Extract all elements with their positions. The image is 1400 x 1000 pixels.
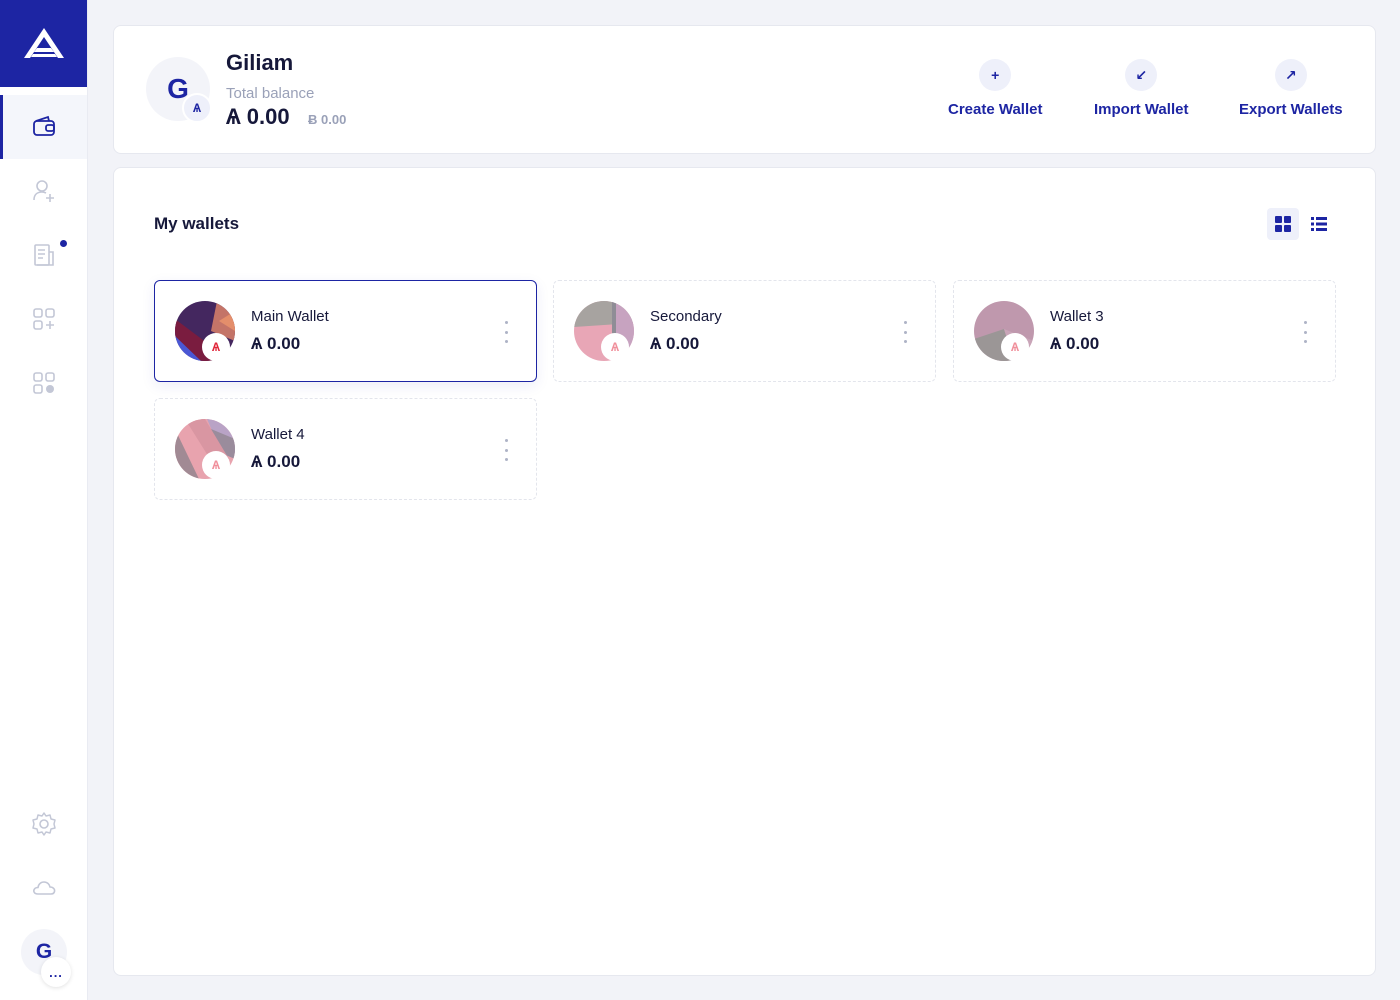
profile-name: Giliam (226, 50, 294, 75)
export-wallets-label: Export Wallets (1239, 101, 1343, 118)
sidebar-item-plugin-manager[interactable] (0, 351, 87, 415)
wallet-menu-button[interactable] (501, 321, 511, 343)
wallet-card-wallet-4[interactable]: Ѧ Wallet 4 Ѧ 0.00 (154, 398, 537, 500)
page-title: My wallets (154, 214, 240, 233)
plugins-icon (32, 372, 55, 394)
wallet-icon (32, 115, 55, 136)
currency-badge-label: Ѧ (192, 101, 201, 115)
wallet-name: Wallet 3 (1050, 308, 1104, 325)
profile-header: G Ѧ Giliam Total balance Ѧ 0.00 Ƀ 0.00 +… (113, 25, 1376, 154)
wallet-card-secondary[interactable]: Ѧ Secondary Ѧ 0.00 (553, 280, 936, 382)
wallet-badge-label: Ѧ (211, 340, 220, 354)
create-wallet-button[interactable]: + Create Wallet (948, 59, 1042, 118)
wallet-name: Secondary (650, 308, 722, 325)
wallet-menu-button[interactable] (501, 439, 511, 461)
sidebar-item-announcements[interactable] (0, 223, 87, 287)
wallet-balance: Ѧ 0.00 (650, 334, 700, 353)
sidebar-item-settings[interactable] (0, 792, 87, 856)
import-wallet-button[interactable]: ↙ Import Wallet (1094, 59, 1188, 118)
wallet-badge-label: Ѧ (1010, 340, 1019, 354)
grid-view-button[interactable] (1267, 208, 1299, 240)
total-balance-value: Ѧ 0.00 (226, 104, 290, 129)
wallet-menu-button[interactable] (900, 321, 910, 343)
ark-logo-icon[interactable] (0, 0, 87, 87)
import-icon: ↙ (1125, 59, 1158, 91)
sidebar-item-plugins[interactable] (0, 287, 87, 351)
export-wallets-button[interactable]: ↗ Export Wallets (1239, 59, 1343, 118)
wallet-badge-label: Ѧ (211, 458, 220, 472)
wallet-card-wallet-3[interactable]: Ѧ Wallet 3 Ѧ 0.00 (953, 280, 1336, 382)
ark-currency-icon: Ѧ (601, 333, 629, 361)
plus-icon: + (979, 59, 1012, 91)
total-balance-label: Total balance (226, 85, 315, 102)
wallet-name: Wallet 4 (251, 426, 305, 443)
wallets-panel: My wallets Ѧ Main Wallet Ѧ 0.00 Ѧ Second… (113, 167, 1376, 976)
total-balance-alt-value: Ƀ 0.00 (308, 112, 347, 127)
wallet-name: Main Wallet (251, 308, 329, 325)
ark-currency-icon: Ѧ (1001, 333, 1029, 361)
wallet-balance: Ѧ 0.00 (1050, 334, 1100, 353)
wallet-badge-label: Ѧ (610, 340, 619, 354)
sidebar-item-contacts[interactable] (0, 159, 87, 223)
grid-view-icon (1275, 216, 1291, 232)
list-view-icon (1311, 217, 1327, 231)
wallet-balance: Ѧ 0.00 (251, 334, 301, 353)
wallet-menu-button[interactable] (1300, 321, 1310, 343)
import-wallet-label: Import Wallet (1094, 101, 1189, 118)
gear-icon (31, 812, 56, 836)
ark-currency-icon: Ѧ (202, 333, 230, 361)
sidebar-item-network[interactable] (0, 856, 87, 920)
wallet-card-main-wallet[interactable]: Ѧ Main Wallet Ѧ 0.00 (154, 280, 537, 382)
sidebar: G ... (0, 0, 88, 1000)
ark-currency-icon: Ѧ (182, 93, 212, 123)
export-icon: ↗ (1274, 59, 1307, 91)
list-view-button[interactable] (1303, 208, 1335, 240)
add-plugin-icon (32, 308, 55, 330)
notification-dot (60, 240, 67, 247)
ark-currency-icon: Ѧ (202, 451, 230, 479)
news-icon (33, 244, 54, 266)
add-contact-icon (32, 180, 54, 202)
user-menu-button[interactable]: ... (41, 957, 71, 987)
more-icon: ... (49, 964, 63, 980)
sidebar-item-wallets[interactable] (0, 95, 87, 159)
cloud-icon (32, 881, 55, 895)
wallet-balance: Ѧ 0.00 (251, 452, 301, 471)
create-wallet-label: Create Wallet (948, 101, 1043, 118)
